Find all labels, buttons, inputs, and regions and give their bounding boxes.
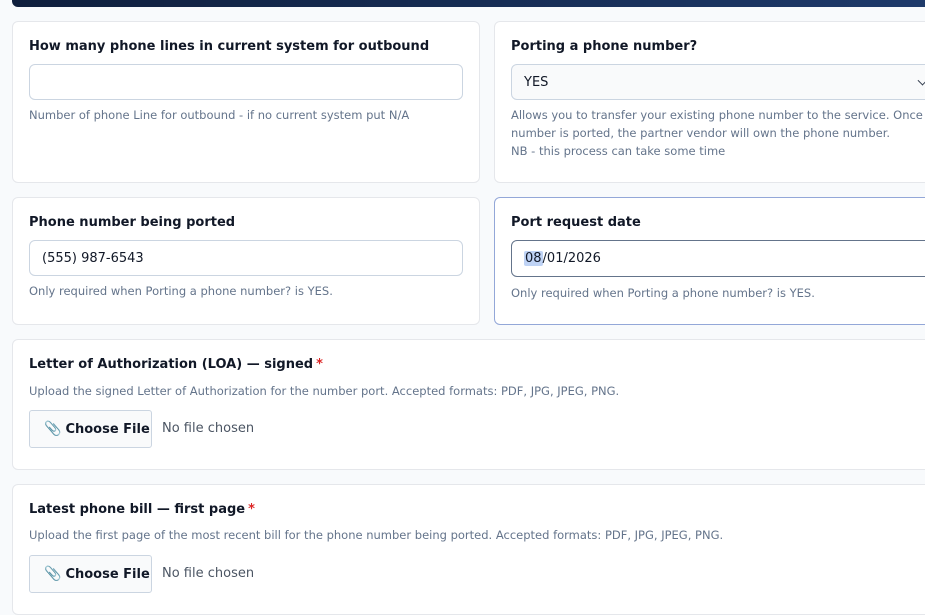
phone-ported-label: Phone number being ported	[29, 215, 236, 230]
port-date-month[interactable]: 08	[524, 251, 543, 266]
port-date-card: Port request date 08/01/2026 Only requir…	[494, 197, 925, 325]
porting-help-line-1: Allows you to transfer your existing pho…	[511, 108, 925, 122]
paperclip-icon: 📎	[44, 421, 62, 437]
phone-bill-choose-file-label: Choose File	[65, 566, 150, 582]
paperclip-icon: 📎	[44, 566, 62, 582]
loa-file-status: No file chosen	[162, 421, 255, 436]
porting-select-value: YES	[524, 74, 549, 90]
loa-label-text: Letter of Authorization (LOA) — signed	[29, 357, 314, 372]
port-date-label: Port request date	[511, 215, 641, 230]
porting-help-line-2: number is ported, the partner vendor wil…	[511, 126, 891, 140]
phone-bill-file-status: No file chosen	[162, 566, 255, 581]
loa-card: Letter of Authorization (LOA) — signed * …	[12, 339, 925, 470]
chevron-down-icon	[917, 75, 925, 86]
phone-bill-choose-file-button[interactable]: 📎 Choose File	[29, 555, 152, 593]
loa-choose-file-button[interactable]: 📎 Choose File	[29, 410, 152, 448]
porting-label: Porting a phone number?	[511, 39, 698, 54]
phone-bill-label-text: Latest phone bill — first page	[29, 502, 246, 517]
outbound-lines-card: How many phone lines in current system f…	[12, 21, 480, 183]
phone-bill-label: Latest phone bill — first page *	[29, 502, 255, 517]
phone-ported-input[interactable]: (555) 987-6543	[29, 240, 463, 276]
top-header-bar	[12, 0, 925, 7]
outbound-lines-help: Number of phone Line for outbound - if n…	[29, 108, 410, 122]
port-date-input[interactable]: 08/01/2026	[511, 240, 925, 277]
required-mark: *	[248, 502, 255, 517]
phone-ported-card: Phone number being ported (555) 987-6543…	[12, 197, 480, 325]
loa-label: Letter of Authorization (LOA) — signed *	[29, 357, 323, 372]
phone-bill-help: Upload the first page of the most recent…	[29, 528, 724, 542]
loa-help: Upload the signed Letter of Authorizatio…	[29, 384, 620, 398]
phone-bill-card: Latest phone bill — first page * Upload t…	[12, 484, 925, 615]
port-date-rest: /01/2026	[542, 251, 601, 266]
phone-ported-help: Only required when Porting a phone numbe…	[29, 284, 333, 298]
outbound-lines-label: How many phone lines in current system f…	[29, 39, 430, 54]
porting-select[interactable]: YES	[511, 64, 925, 100]
port-date-help: Only required when Porting a phone numbe…	[511, 286, 815, 300]
porting-help-line-3: NB - this process can take some time	[511, 144, 726, 158]
outbound-lines-input[interactable]	[29, 64, 463, 100]
loa-choose-file-label: Choose File	[65, 421, 150, 437]
porting-card: Porting a phone number? YES Allows you t…	[494, 21, 925, 183]
required-mark: *	[316, 357, 323, 372]
